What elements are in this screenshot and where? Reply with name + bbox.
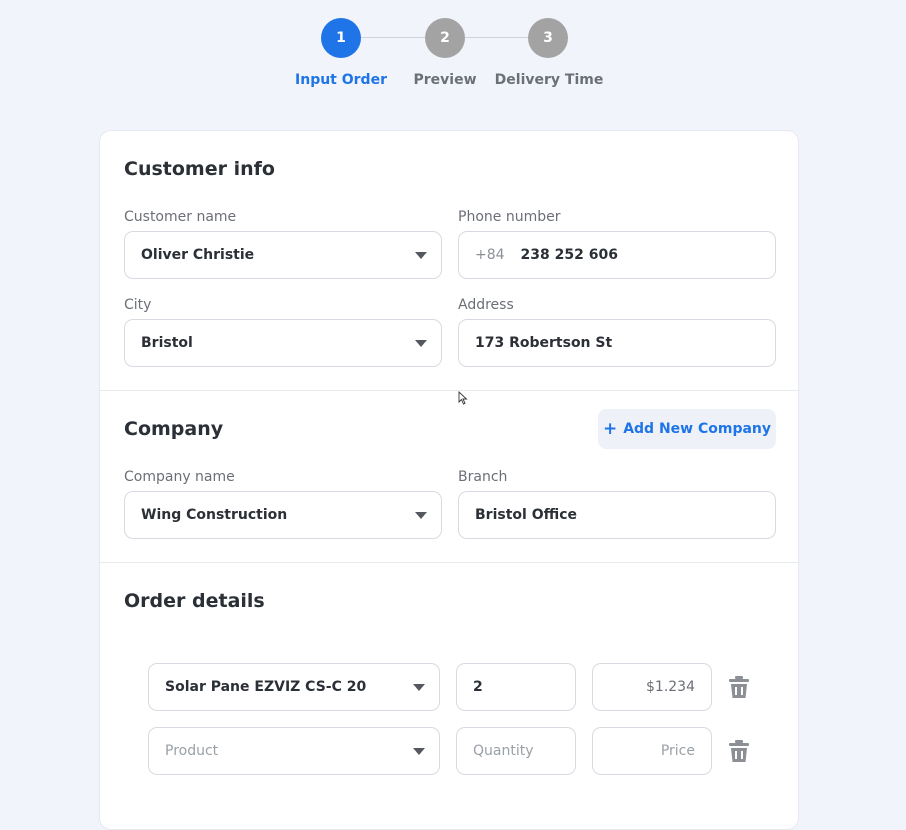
branch-value: Bristol Office (475, 507, 577, 523)
customer-info-title: Customer info (124, 158, 275, 180)
trash-icon[interactable] (728, 675, 750, 699)
quantity-input[interactable]: 2 (456, 663, 576, 711)
add-new-company-button[interactable]: + Add New Company (598, 409, 776, 449)
step-1-circle[interactable]: 1 (321, 18, 361, 58)
city-value: Bristol (141, 335, 193, 351)
company-name-label: Company name (124, 469, 235, 485)
caret-down-icon (413, 684, 425, 691)
order-stepper: 1 2 3 Input Order Preview Delivery Time (0, 0, 906, 100)
caret-down-icon (415, 252, 427, 259)
step-1-label: Input Order (295, 72, 387, 88)
section-divider (100, 562, 800, 563)
mouse-cursor-icon (458, 391, 468, 405)
city-select[interactable]: Bristol (124, 319, 442, 367)
product-value: Solar Pane EZVIZ CS-C 20 (165, 679, 367, 695)
customer-name-select[interactable]: Oliver Christie (124, 231, 442, 279)
new-price-input[interactable]: Price (592, 727, 712, 775)
step-3-circle[interactable]: 3 (528, 18, 568, 58)
product-placeholder: Product (165, 743, 219, 759)
caret-down-icon (413, 748, 425, 755)
customer-name-value: Oliver Christie (141, 247, 255, 263)
new-quantity-input[interactable]: Quantity (456, 727, 576, 775)
customer-name-label: Customer name (124, 209, 237, 225)
phone-number-label: Phone number (458, 209, 561, 225)
company-name-value: Wing Construction (141, 507, 288, 523)
quantity-placeholder: Quantity (473, 743, 534, 759)
new-product-select[interactable]: Product (148, 727, 440, 775)
branch-label: Branch (458, 469, 508, 485)
plus-icon: + (602, 419, 618, 439)
trash-icon[interactable] (728, 739, 750, 763)
address-label: Address (458, 297, 514, 313)
product-select[interactable]: Solar Pane EZVIZ CS-C 20 (148, 663, 440, 711)
city-label: City (124, 297, 152, 313)
address-field[interactable]: 173 Robertson St (458, 319, 776, 367)
phone-number-value: 238 252 606 (520, 247, 618, 263)
step-2-circle[interactable]: 2 (425, 18, 465, 58)
step-connector (361, 37, 425, 38)
branch-field[interactable]: Bristol Office (458, 491, 776, 539)
step-3-label: Delivery Time (494, 72, 604, 88)
price-value: $1.234 (646, 679, 695, 695)
phone-prefix[interactable]: +84 (475, 247, 505, 263)
order-form-card: Customer info Customer name Oliver Chris… (99, 130, 800, 830)
step-connector (465, 37, 528, 38)
section-divider (100, 390, 800, 391)
order-details-title: Order details (124, 590, 265, 612)
caret-down-icon (415, 340, 427, 347)
caret-down-icon (415, 512, 427, 519)
price-placeholder: Price (660, 743, 695, 759)
price-input[interactable]: $1.234 (592, 663, 712, 711)
phone-number-field[interactable]: +84 238 252 606 (458, 231, 776, 279)
add-new-company-label: Add New Company (623, 421, 772, 437)
company-name-select[interactable]: Wing Construction (124, 491, 442, 539)
address-value: 173 Robertson St (475, 335, 613, 351)
step-2-label: Preview (413, 72, 477, 88)
quantity-value: 2 (473, 679, 483, 695)
company-title: Company (124, 418, 224, 440)
